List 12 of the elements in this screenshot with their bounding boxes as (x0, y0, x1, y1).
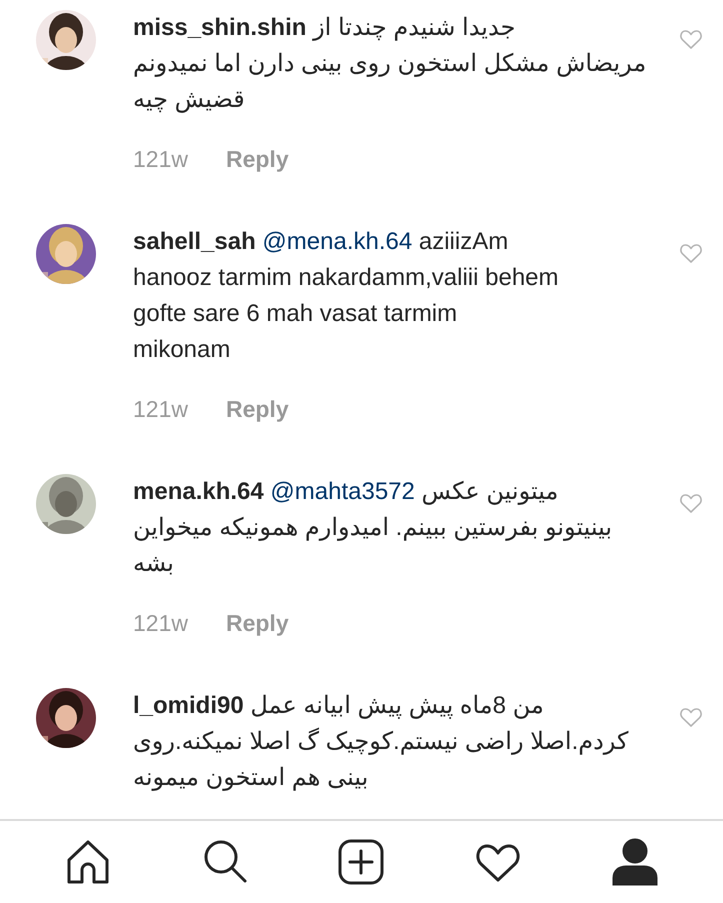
mention-link[interactable]: @mena.kh.64 (262, 228, 412, 255)
add-icon[interactable] (337, 838, 386, 886)
profile-icon[interactable] (610, 838, 659, 886)
timestamp: 121w (133, 145, 188, 174)
username-link[interactable]: sahell_sah (133, 228, 256, 255)
username-link[interactable]: mena.kh.64 (133, 478, 264, 505)
timestamp: 121w (133, 609, 188, 638)
mention-link[interactable]: @mahta3572 (270, 478, 415, 505)
username-link[interactable]: l_omidi90 (133, 692, 244, 719)
timestamp: 121w (133, 395, 188, 424)
comment-text: sahell_sah @mena.kh.64 aziiizAm hanooz tarmim nakardamm,valiii behem gofte sare 6 mah vasat tarmim mikonam (133, 227, 560, 365)
username-link[interactable]: miss_shin.shin (133, 14, 306, 41)
